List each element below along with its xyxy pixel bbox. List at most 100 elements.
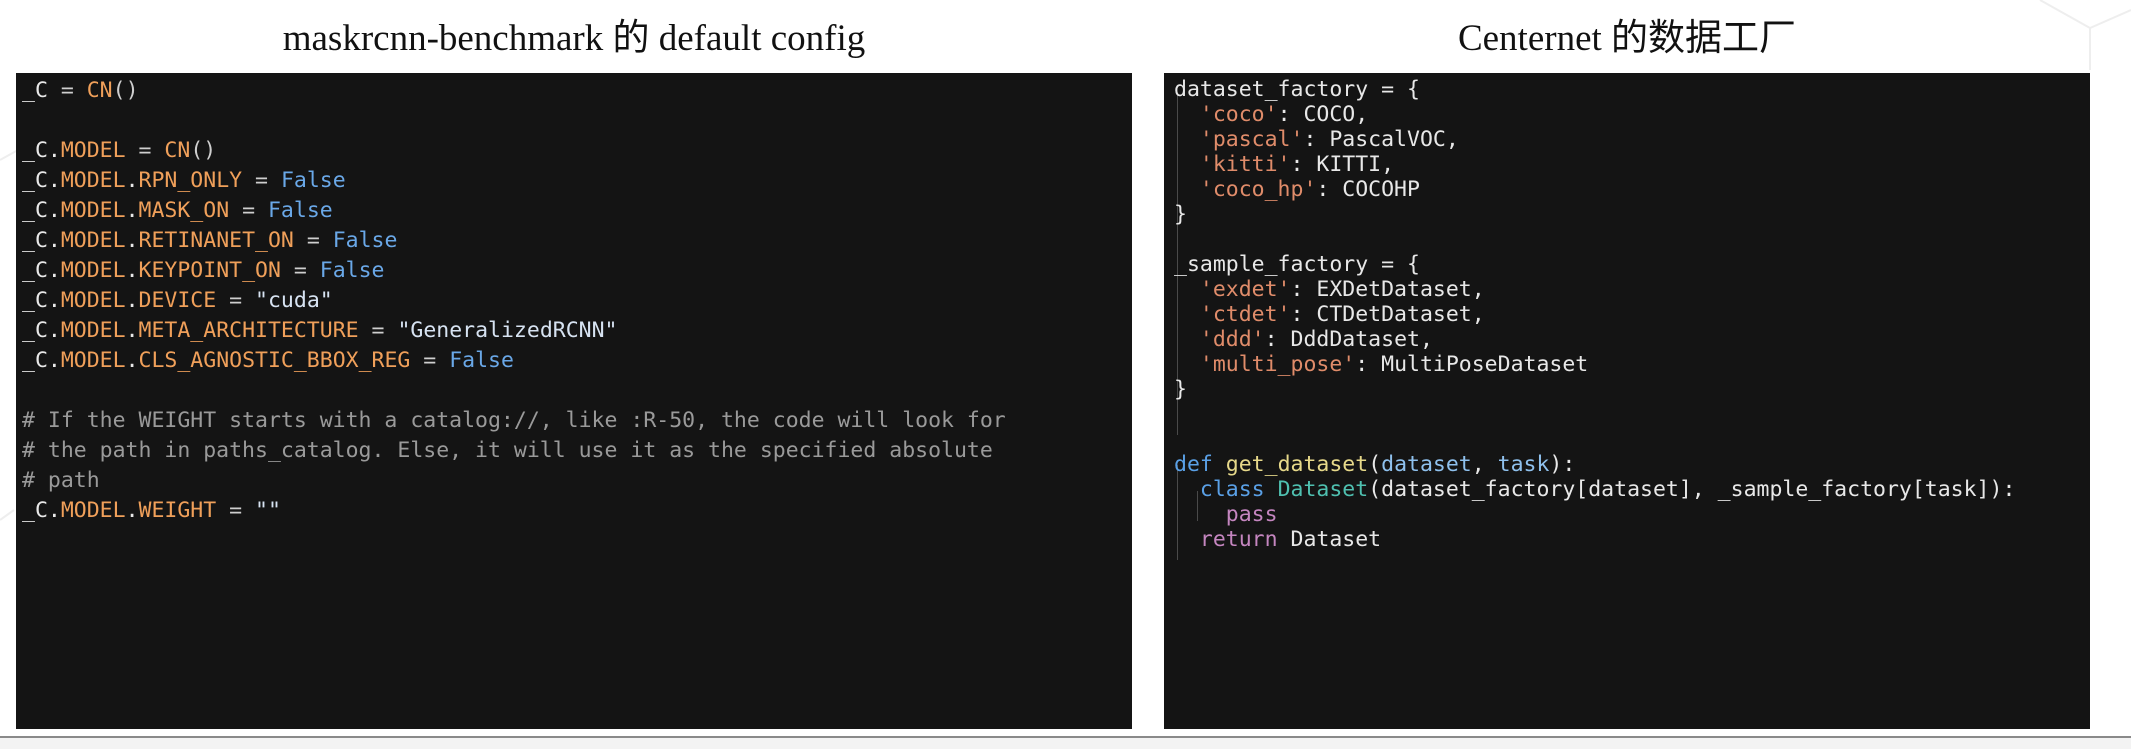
- code-token: }: [1174, 377, 1187, 402]
- code-token: dataset_factory = {: [1174, 77, 1420, 102]
- code-token: MASK_ON: [138, 198, 230, 223]
- code-line: _C = CN(): [22, 76, 139, 106]
- code-token: MODEL: [60, 228, 126, 253]
- code-line: _C.MODEL.META_ARCHITECTURE = "Generalize…: [22, 316, 618, 346]
- code-token: 'multi_pose': [1199, 352, 1356, 377]
- code-token: =: [47, 78, 87, 103]
- code-token: _C.: [22, 348, 61, 373]
- maskrcnn-config-code-panel: _C = CN() _C.MODEL = CN() _C.MODEL.RPN_ONL…: [16, 73, 1132, 729]
- code-line: 'multi_pose': MultiPoseDataset: [1174, 350, 1588, 380]
- code-token: 'ddd': [1199, 327, 1265, 352]
- code-token: .: [125, 168, 139, 193]
- code-token: META_ARCHITECTURE: [138, 318, 359, 343]
- code-token: RETINANET_ON: [138, 228, 294, 253]
- code-token: _C.: [22, 498, 61, 523]
- code-token: # the path in paths_catalog. Else, it wi…: [22, 438, 993, 463]
- code-token: .: [125, 258, 139, 283]
- code-token: KEYPOINT_ON: [138, 258, 281, 283]
- code-token: _C: [22, 78, 48, 103]
- code-token: =: [293, 228, 333, 253]
- code-token: False: [280, 168, 346, 193]
- code-line: }: [1174, 200, 1187, 230]
- code-token: : CTDetDataset,: [1290, 302, 1485, 327]
- code-line: 'coco_hp': COCOHP: [1174, 175, 1420, 205]
- centernet-factory-code-panel: dataset_factory = { 'coco': COCO, 'pasca…: [1164, 73, 2090, 729]
- code-token: _sample_factory = {: [1174, 252, 1420, 277]
- code-token: _C.: [22, 318, 61, 343]
- code-token: "GeneralizedRCNN": [397, 318, 618, 343]
- code-token: "": [255, 498, 281, 523]
- code-token: False: [267, 198, 333, 223]
- code-token: False: [319, 258, 385, 283]
- code-token: # path: [22, 468, 100, 493]
- code-token: pass: [1225, 502, 1278, 527]
- left-panel-title: maskrcnn-benchmark 的 default config: [282, 18, 866, 59]
- code-token: Dataset: [1277, 477, 1369, 502]
- code-token: def: [1174, 452, 1213, 477]
- code-token: .: [125, 288, 139, 313]
- code-token: CN: [86, 78, 113, 103]
- code-token: : KITTI,: [1290, 152, 1395, 177]
- code-token: WEIGHT: [138, 498, 217, 523]
- code-token: MODEL: [60, 198, 126, 223]
- code-line: class Dataset(dataset_factory[dataset], …: [1174, 475, 2016, 505]
- code-line: # the path in paths_catalog. Else, it wi…: [22, 436, 993, 466]
- code-token: MODEL: [60, 498, 126, 523]
- code-token: Dataset: [1277, 527, 1382, 552]
- code-token: : MultiPoseDataset: [1355, 352, 1589, 377]
- code-token: MODEL: [60, 348, 126, 373]
- code-line: return Dataset: [1174, 525, 1381, 555]
- code-token: MODEL: [60, 288, 126, 313]
- code-token: return: [1199, 527, 1278, 552]
- code-token: # If the WEIGHT starts with a catalog://…: [22, 408, 1006, 433]
- code-token: =: [216, 288, 256, 313]
- code-token: .: [125, 498, 139, 523]
- code-token: (dataset_factory[dataset], _sample_facto…: [1368, 477, 2016, 502]
- code-token: _C.: [22, 288, 61, 313]
- code-line: _C.MODEL.KEYPOINT_ON = False: [22, 256, 385, 286]
- code-line: # If the WEIGHT starts with a catalog://…: [22, 406, 1006, 436]
- code-token: _C.: [22, 198, 61, 223]
- code-token: : EXDetDataset,: [1290, 277, 1485, 302]
- code-token: (): [112, 78, 139, 103]
- code-token: =: [410, 348, 450, 373]
- code-token: _C.: [22, 258, 61, 283]
- code-token: False: [332, 228, 398, 253]
- code-token: =: [125, 138, 165, 163]
- code-token: .: [125, 198, 139, 223]
- code-token: _C.: [22, 168, 61, 193]
- code-token: : COCO,: [1277, 102, 1369, 127]
- code-token: 'coco': [1199, 102, 1278, 127]
- code-line: _C.MODEL.DEVICE = "cuda": [22, 286, 333, 316]
- code-token: }: [1174, 202, 1187, 227]
- code-token: =: [242, 168, 281, 193]
- code-token: CLS_AGNOSTIC_BBOX_REG: [138, 348, 411, 373]
- code-token: (: [1368, 452, 1382, 477]
- left-code-block: _C = CN() _C.MODEL = CN() _C.MODEL.RPN_ONL…: [16, 73, 1132, 729]
- code-line: # path: [22, 466, 100, 496]
- code-token: : COCOHP: [1316, 177, 1420, 202]
- code-token: DEVICE: [138, 288, 217, 313]
- code-line: _C.MODEL.RPN_ONLY = False: [22, 166, 346, 196]
- code-token: : PascalVOC,: [1303, 127, 1459, 152]
- code-token: CN: [164, 138, 191, 163]
- code-token: class: [1199, 477, 1265, 502]
- code-line: _C.MODEL.MASK_ON = False: [22, 196, 333, 226]
- code-token: =: [358, 318, 398, 343]
- code-token: MODEL: [60, 138, 126, 163]
- code-line: _C.MODEL.RETINANET_ON = False: [22, 226, 397, 256]
- code-token: _C.: [22, 138, 61, 163]
- code-token: task: [1497, 452, 1550, 477]
- code-token: .: [125, 228, 139, 253]
- code-token: : DddDataset,: [1264, 327, 1433, 352]
